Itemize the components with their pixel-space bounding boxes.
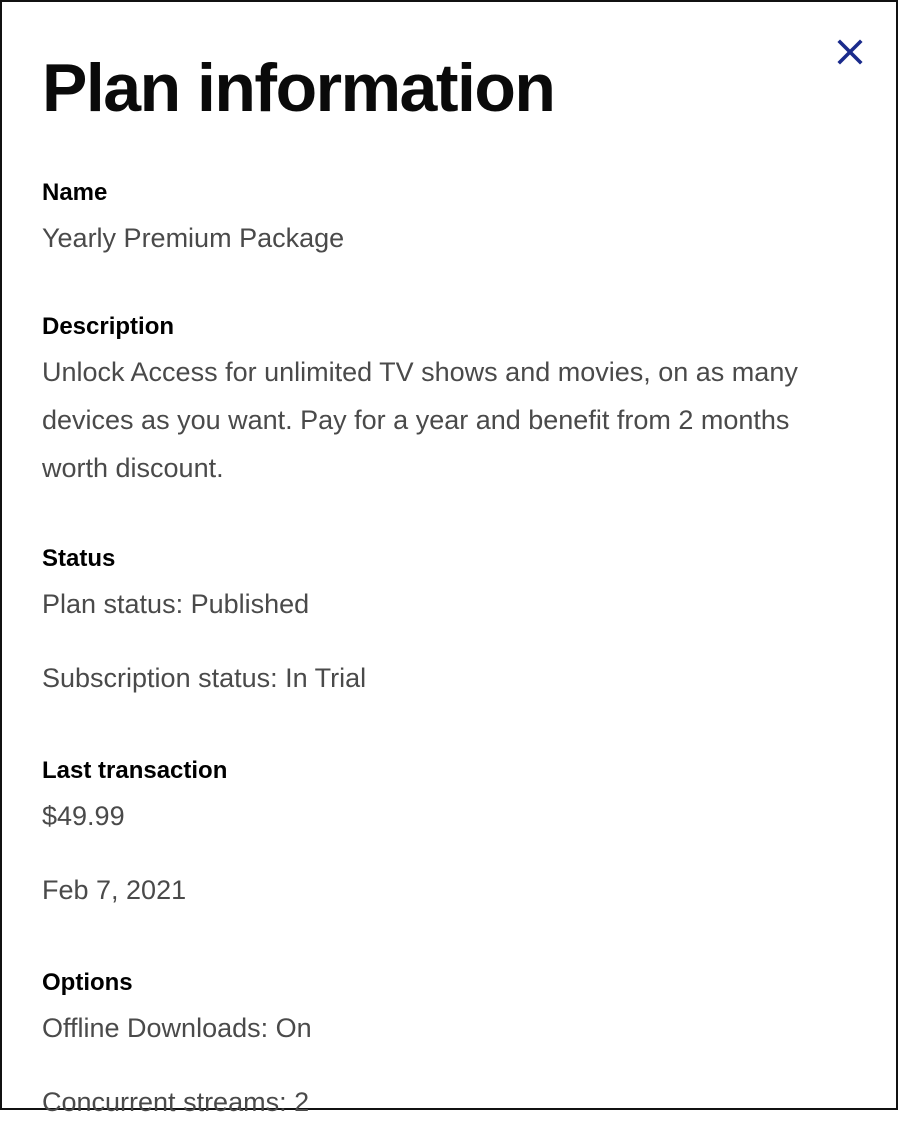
plan-status-value: Plan status: Published bbox=[42, 589, 310, 619]
options-section: Options Offline Downloads: On Concurrent… bbox=[42, 968, 856, 1126]
plan-name-value: Yearly Premium Package bbox=[42, 223, 345, 253]
last-transaction-section: Last transaction $49.99 Feb 7, 2021 bbox=[42, 756, 856, 914]
status-section: Status Plan status: Published Subscripti… bbox=[42, 544, 856, 702]
concurrent-streams-value: Concurrent streams: 2 bbox=[42, 1087, 310, 1117]
description-section: Description Unlock Access for unlimited … bbox=[42, 312, 856, 492]
last-transaction-label: Last transaction bbox=[42, 757, 228, 784]
close-icon bbox=[837, 39, 863, 65]
description-value: Unlock Access for unlimited TV shows and… bbox=[42, 357, 798, 483]
subscription-status-value: Subscription status: In Trial bbox=[42, 663, 367, 693]
close-button[interactable] bbox=[830, 32, 870, 72]
description-label: Description bbox=[42, 313, 175, 340]
offline-downloads-value: Offline Downloads: On bbox=[42, 1013, 312, 1043]
page-title: Plan information bbox=[42, 50, 556, 126]
options-label: Options bbox=[42, 969, 133, 996]
name-section: Name Yearly Premium Package bbox=[42, 178, 856, 262]
plan-information-modal: Plan information Name Yearly Premium Pac… bbox=[0, 0, 898, 1117]
name-label: Name bbox=[42, 179, 108, 206]
status-label: Status bbox=[42, 545, 116, 572]
transaction-date-value: Feb 7, 2021 bbox=[42, 875, 187, 905]
transaction-amount-value: $49.99 bbox=[42, 801, 125, 831]
